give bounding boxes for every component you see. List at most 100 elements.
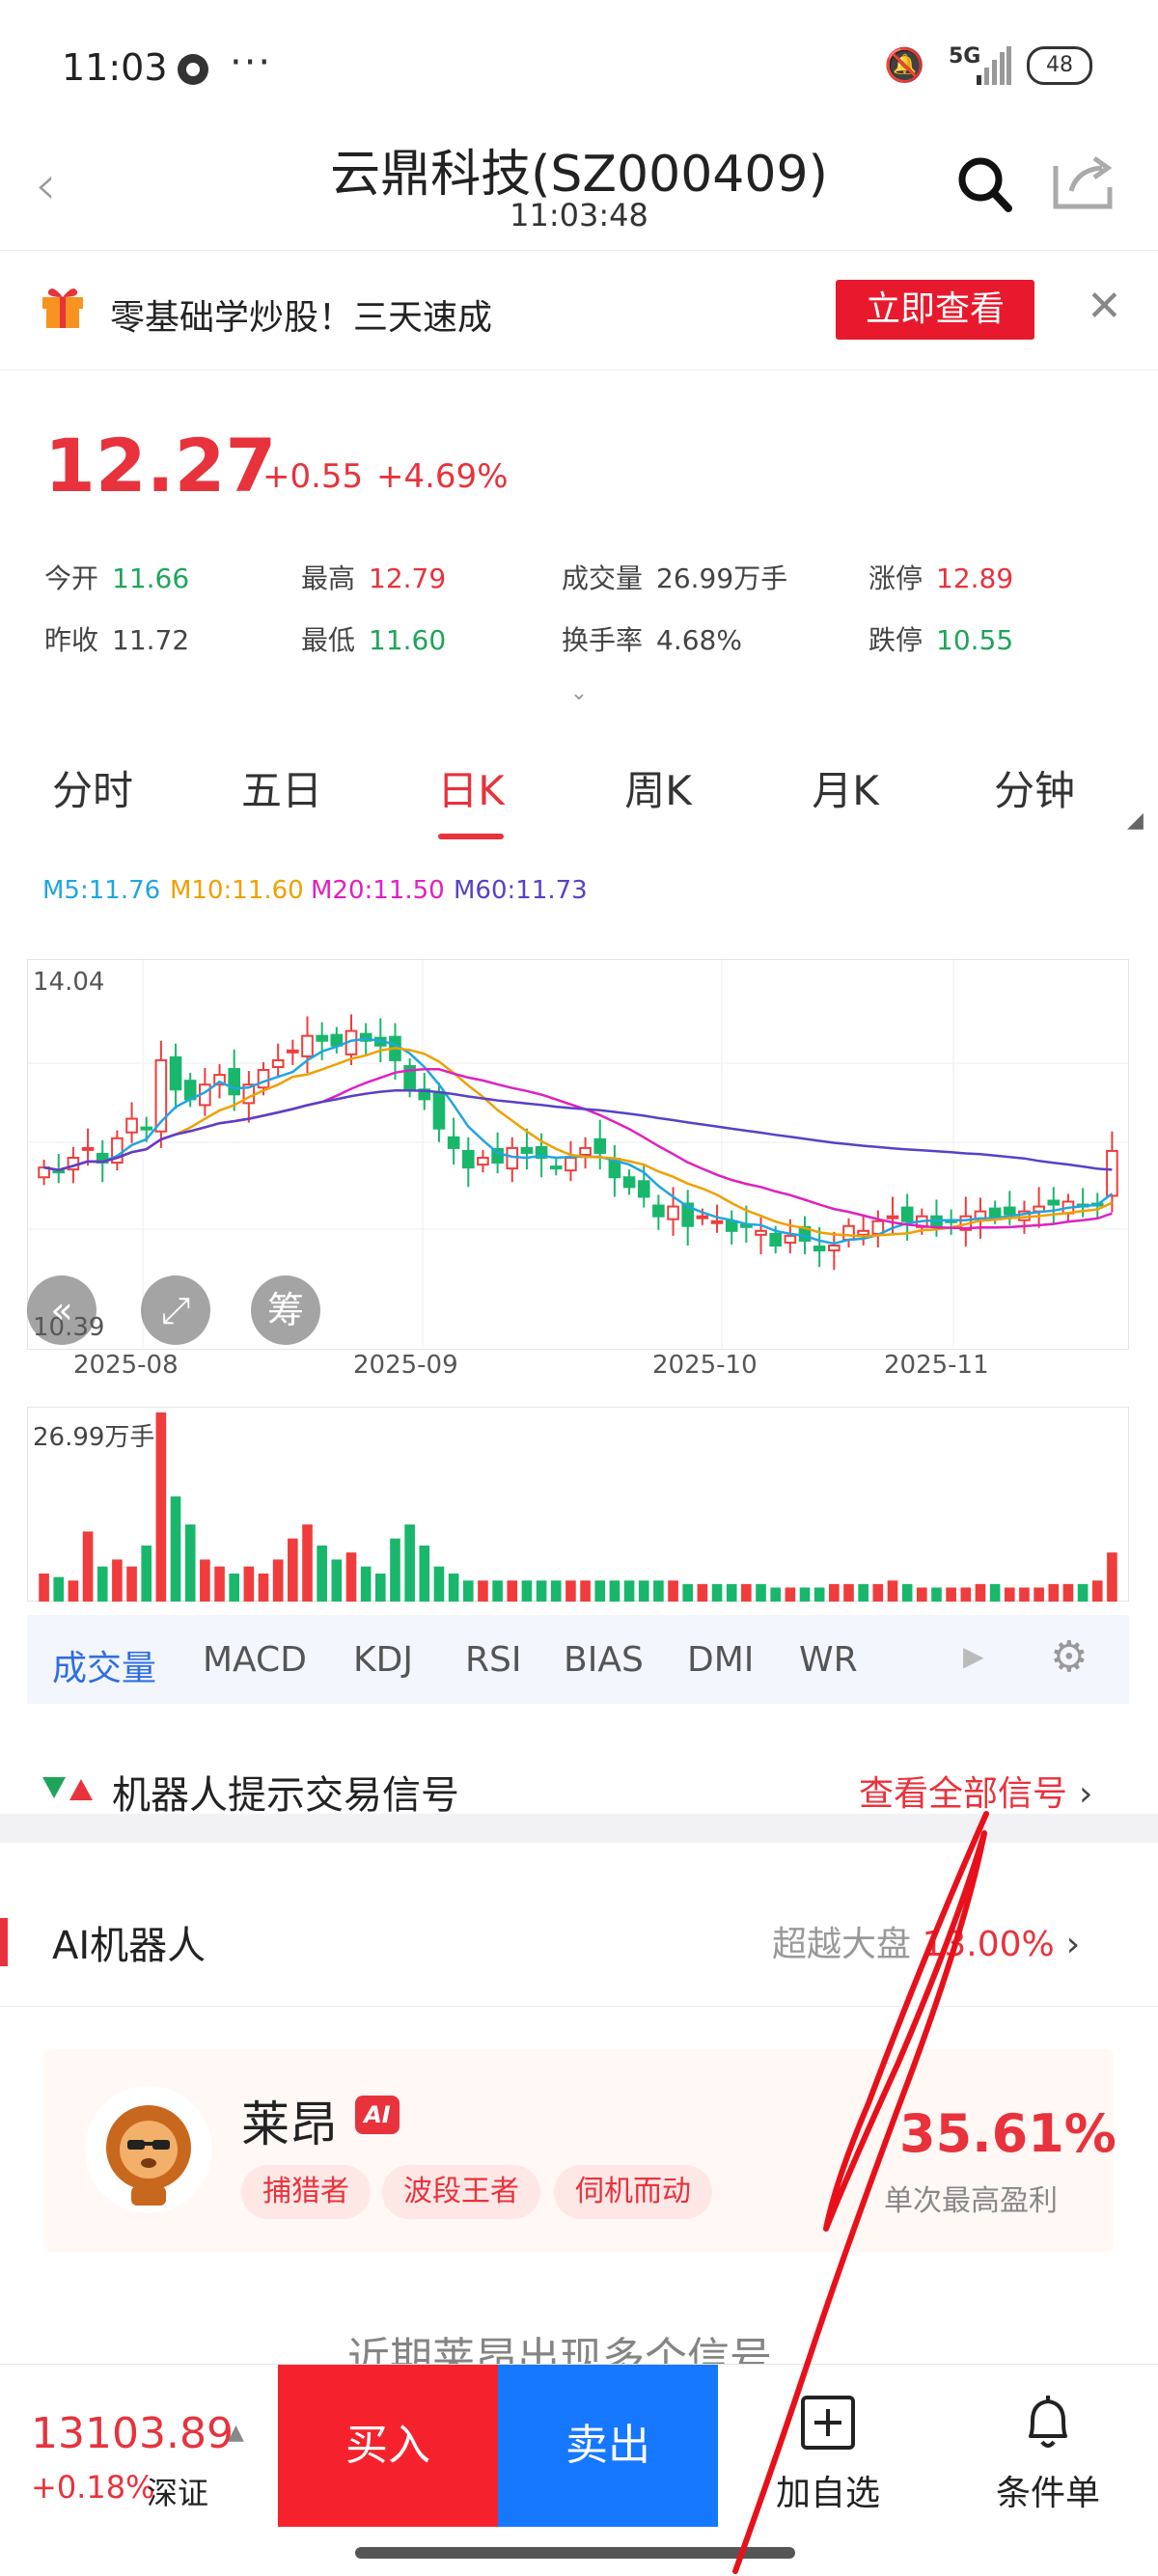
stat-label: 跌停 — [868, 624, 924, 656]
x-tick-label: 2025-10 — [652, 1351, 758, 1380]
bottom-bar: 13103.89 ▲ +0.18% 深证 买入 卖出 加自选 条件单 — [0, 2364, 1158, 2576]
volume-bar — [126, 1566, 137, 1602]
volume-bar — [288, 1538, 298, 1602]
chevron-down-icon[interactable]: ⌄ — [550, 681, 608, 705]
volume-bar — [799, 1587, 811, 1602]
candle — [287, 1049, 299, 1054]
add-watchlist-icon[interactable] — [799, 2394, 857, 2452]
ai-outperform: 超越大盘 13.00% › — [772, 1916, 1080, 1966]
volume-bar — [917, 1587, 927, 1602]
tab-5[interactable]: 月K — [778, 758, 913, 817]
candle — [622, 1176, 636, 1189]
volume-bar — [1091, 1580, 1103, 1602]
signal-icon — [977, 46, 1011, 85]
buy-button[interactable]: 买入 — [278, 2365, 498, 2527]
stat-item: 昨收 11.72 — [44, 619, 189, 658]
sell-button[interactable]: 卖出 — [498, 2365, 718, 2527]
candle — [228, 1068, 240, 1096]
home-indicator[interactable] — [355, 2547, 795, 2559]
view-all-signals-link[interactable]: 查看全部信号 › — [859, 1766, 1092, 1816]
volume-bar — [53, 1576, 65, 1602]
candle — [900, 1206, 914, 1222]
volume-bar — [813, 1587, 825, 1602]
volume-bar — [960, 1587, 972, 1602]
collapse-left-button[interactable]: « — [27, 1275, 96, 1345]
volume-bar — [565, 1580, 576, 1602]
search-icon[interactable] — [955, 152, 1013, 214]
candle — [769, 1232, 782, 1247]
scroll-right-icon[interactable]: ▶ — [963, 1640, 984, 1672]
chip-distribution-button[interactable]: 筹 — [251, 1275, 320, 1345]
index-value[interactable]: 13103.89 — [31, 2409, 234, 2458]
gear-icon[interactable]: ⚙ — [1050, 1632, 1088, 1682]
tab-3[interactable]: 日K — [403, 758, 538, 817]
x-tick-label: 2025-09 — [353, 1351, 458, 1380]
candle — [857, 1229, 869, 1236]
expand-triangle-icon[interactable]: ◢ — [1127, 808, 1144, 833]
volume-bar — [462, 1580, 474, 1602]
ai-outperform-label: 超越大盘 — [772, 1925, 912, 1964]
close-icon[interactable]: ✕ — [1087, 282, 1122, 331]
volume-bar — [229, 1573, 239, 1602]
x-tick-label: 2025-08 — [73, 1351, 179, 1380]
volume-bar — [39, 1573, 49, 1602]
candle — [828, 1245, 841, 1252]
candle — [506, 1146, 519, 1170]
candle — [842, 1224, 855, 1241]
tab-1[interactable]: 分时 — [25, 758, 160, 817]
condition-order-label[interactable]: 条件单 — [971, 2465, 1125, 2515]
add-watchlist-label[interactable]: 加自选 — [751, 2465, 905, 2515]
fullscreen-button[interactable]: ⤢ — [141, 1275, 210, 1345]
indicator-tab[interactable]: 成交量 — [52, 1640, 156, 1690]
volume-bar — [1034, 1587, 1044, 1602]
candle — [125, 1117, 138, 1134]
volume-bar — [609, 1580, 620, 1602]
tab-2[interactable]: 五日 — [214, 758, 349, 817]
promo-banner[interactable]: 零基础学炒股！三天速成 立即查看 ✕ — [0, 253, 1158, 370]
stat-item: 跌停 10.55 — [868, 619, 1013, 658]
signals-row[interactable]: 机器人提示交易信号 查看全部信号 › — [0, 1727, 1158, 1843]
indicator-tab[interactable]: KDJ — [353, 1640, 413, 1680]
x-tick-label: 2025-11 — [884, 1351, 989, 1380]
candle — [725, 1219, 738, 1232]
candle — [477, 1157, 489, 1166]
price-change-pct: +4.69% — [376, 457, 509, 496]
status-time: 11:03 — [62, 46, 168, 89]
volume-bar — [360, 1566, 372, 1602]
bell-icon[interactable] — [1019, 2394, 1077, 2452]
volume-bar — [390, 1538, 400, 1602]
indicator-tab[interactable]: RSI — [465, 1640, 521, 1680]
ma-legend-item: M10:11.60 — [170, 876, 304, 905]
tab-4[interactable]: 周K — [591, 758, 726, 817]
candle — [710, 1219, 724, 1224]
stat-value: 11.66 — [112, 562, 190, 594]
promo-view-button[interactable]: 立即查看 — [836, 280, 1034, 340]
indicator-tab[interactable]: BIAS — [564, 1640, 644, 1680]
stat-value: 11.60 — [369, 624, 447, 656]
volume-bar — [302, 1524, 313, 1602]
candle — [652, 1204, 665, 1218]
robot-card[interactable]: 莱昂 AI 捕猎者 波段王者 伺机而动 35.61% 单次最高盈利 — [44, 2049, 1117, 2252]
volume-bar — [536, 1580, 547, 1602]
ai-robot-row[interactable]: AI机器人 超越大盘 13.00% › — [0, 1872, 1158, 2007]
volume-bar — [419, 1545, 430, 1602]
stat-item: 换手率 4.68% — [562, 619, 742, 658]
volume-bar — [653, 1580, 664, 1602]
candle — [784, 1234, 797, 1244]
candle — [316, 1034, 328, 1042]
tab-6[interactable]: 分钟 — [967, 758, 1102, 817]
volume-bar — [507, 1580, 518, 1602]
indicator-tab[interactable]: WR — [799, 1640, 858, 1680]
share-icon[interactable] — [1052, 152, 1116, 210]
stat-value: 12.89 — [936, 562, 1014, 594]
indicator-tab[interactable]: DMI — [687, 1640, 754, 1680]
volume-bar — [331, 1559, 343, 1602]
robot-tag: 捕猎者 — [241, 2165, 371, 2219]
candle — [140, 1126, 153, 1131]
volume-bar — [623, 1580, 635, 1602]
price-change: +0.55 — [262, 457, 364, 496]
volume-bar — [580, 1580, 591, 1602]
indicator-tab[interactable]: MACD — [203, 1640, 307, 1680]
volume-bar — [550, 1580, 562, 1602]
view-all-signals-label: 查看全部信号 — [859, 1774, 1068, 1814]
